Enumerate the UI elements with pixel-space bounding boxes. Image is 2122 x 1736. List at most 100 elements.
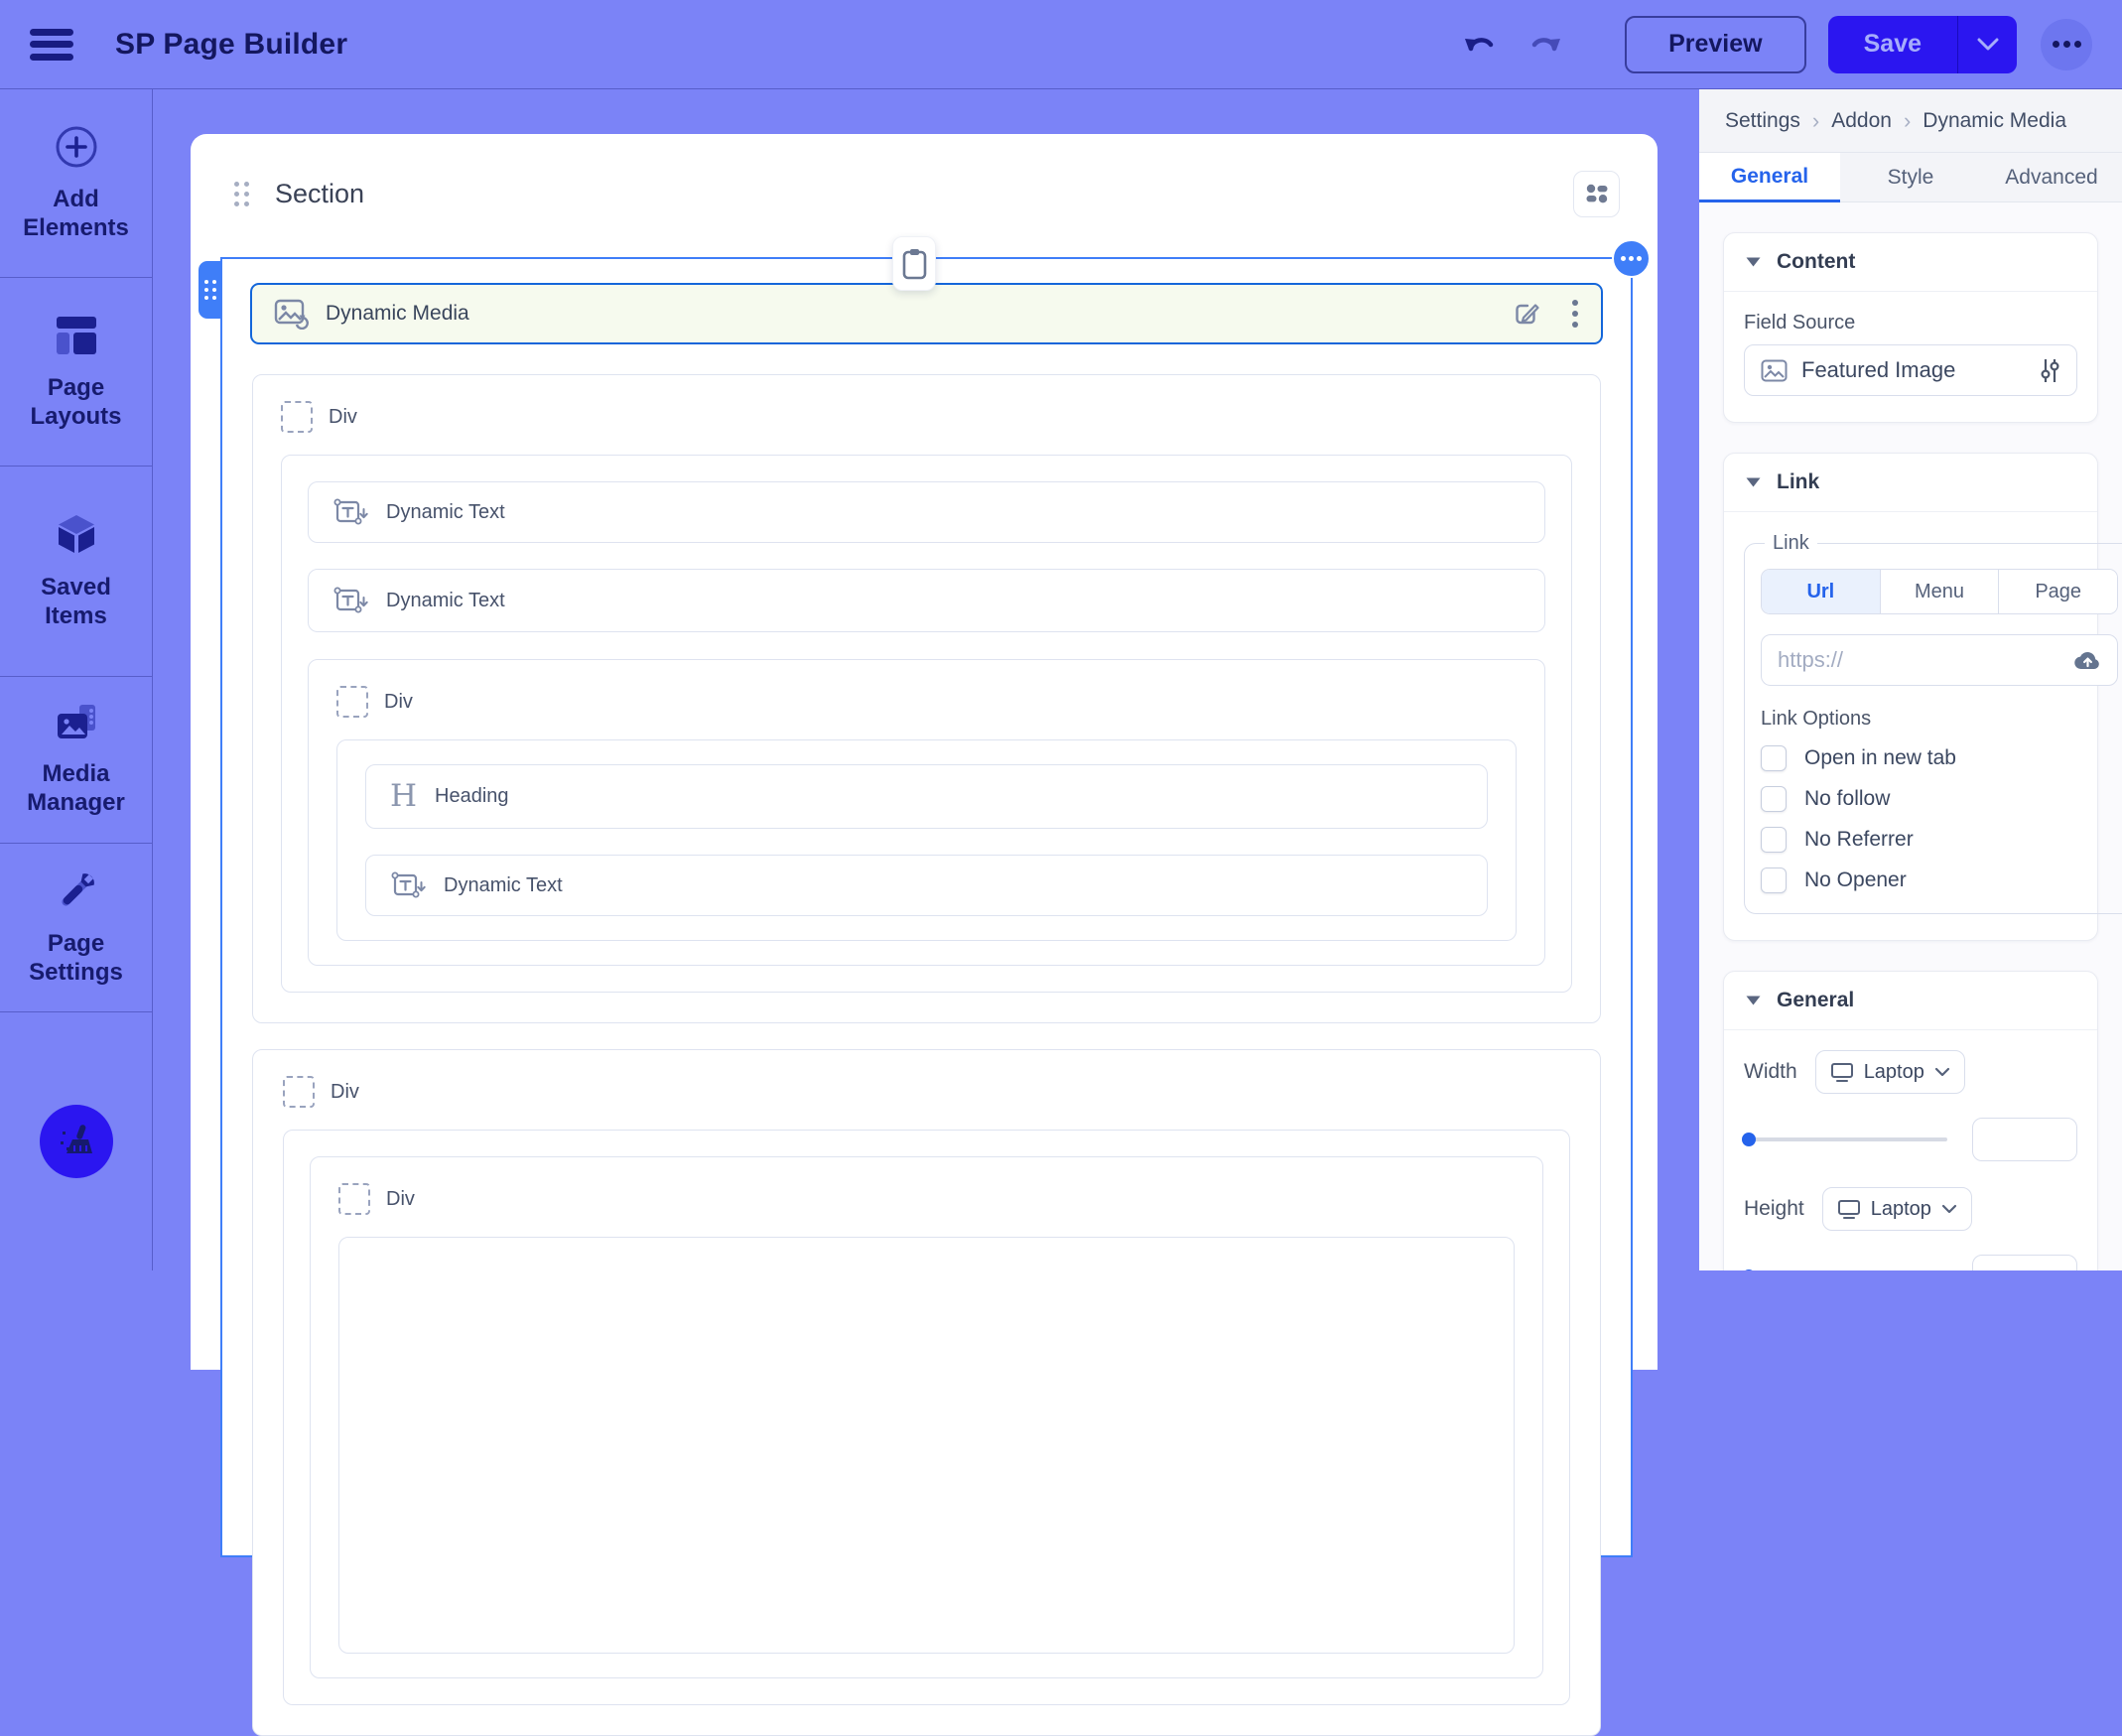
topbar: SP Page Builder Preview Save	[0, 0, 2122, 89]
heading-element[interactable]: H Heading	[365, 764, 1488, 829]
link-type-menu[interactable]: Menu	[1880, 570, 1999, 613]
element-label: Dynamic Text	[386, 590, 505, 612]
dynamic-text-element[interactable]: Dynamic Text	[365, 855, 1488, 916]
general-section-toggle[interactable]: General	[1724, 972, 2097, 1030]
height-label: Height	[1744, 1197, 1804, 1221]
canvas: Section	[191, 134, 1658, 1370]
breadcrumb: Settings › Addon › Dynamic Media	[1699, 89, 2122, 153]
monitor-icon	[1837, 1198, 1861, 1220]
container-element[interactable]	[338, 1237, 1515, 1654]
content-section-toggle[interactable]: Content	[1724, 233, 2097, 292]
edit-icon	[1512, 299, 1541, 329]
container-element[interactable]: Dynamic Text Dynamic Text Div	[281, 455, 1572, 993]
link-type-page[interactable]: Page	[1998, 570, 2117, 613]
undo-button[interactable]	[1460, 28, 1500, 62]
field-source-input[interactable]: Featured Image	[1744, 344, 2077, 396]
selection-drag-handle[interactable]	[199, 261, 222, 319]
selection-more-button[interactable]	[1612, 239, 1651, 278]
element-label: Dynamic Text	[386, 501, 505, 524]
panel-tabs: General Style Advanced	[1699, 153, 2122, 202]
hamburger-menu-button[interactable]	[30, 26, 75, 64]
link-option-row: Open in new tab	[1761, 745, 2118, 771]
redo-button[interactable]	[1525, 28, 1565, 62]
sidebar-item-page-layouts[interactable]: Page Layouts	[0, 278, 152, 467]
save-dropdown-button[interactable]	[1957, 16, 2017, 73]
dynamic-text-element[interactable]: Dynamic Text	[308, 569, 1545, 632]
div-element[interactable]: Div Dynamic Text	[252, 374, 1601, 1023]
tab-style[interactable]: Style	[1840, 153, 1981, 202]
save-split-button: Save	[1828, 16, 2017, 73]
div-icon	[336, 686, 368, 718]
clear-page-button[interactable]	[40, 1105, 113, 1178]
general-section: General Width Laptop	[1723, 971, 2098, 1270]
link-type-url[interactable]: Url	[1762, 570, 1880, 613]
upload-cloud-icon[interactable]	[2073, 648, 2101, 672]
link-type-segmented-control: Url Menu Page	[1761, 569, 2118, 614]
div-icon	[338, 1183, 370, 1215]
container-element[interactable]: Div	[283, 1130, 1570, 1705]
dynamic-media-icon	[274, 298, 310, 330]
link-option-row: No follow	[1761, 786, 2118, 812]
div-icon	[281, 401, 313, 433]
no-follow-checkbox[interactable]	[1761, 786, 1787, 812]
breadcrumb-dynamic-media[interactable]: Dynamic Media	[1923, 109, 2066, 133]
link-group: Link Url Menu Page Link Options	[1744, 532, 2122, 914]
link-option-row: No Opener	[1761, 868, 2118, 893]
chevron-down-icon	[1934, 1067, 1950, 1077]
sidebar-item-page-settings[interactable]: Page Settings	[0, 844, 152, 1012]
section-drag-handle[interactable]	[234, 182, 249, 206]
sidebar-item-label: Page Layouts	[8, 373, 144, 432]
tab-general[interactable]: General	[1699, 153, 1840, 202]
ellipsis-icon	[2053, 41, 2059, 48]
open-in-new-tab-checkbox[interactable]	[1761, 745, 1787, 771]
sidebar-footer	[0, 1012, 152, 1270]
width-slider-thumb[interactable]	[1742, 1133, 1756, 1146]
width-device-select[interactable]: Laptop	[1815, 1050, 1965, 1094]
div-element[interactable]: Div	[310, 1156, 1543, 1678]
element-label: Dynamic Text	[444, 874, 563, 897]
div-element[interactable]: Div Div	[252, 1049, 1601, 1736]
height-value-input[interactable]	[1972, 1255, 2077, 1270]
no-referrer-checkbox[interactable]	[1761, 827, 1787, 853]
url-input[interactable]	[1778, 647, 2063, 673]
drag-dots-icon	[204, 280, 216, 300]
link-group-label: Link	[1765, 532, 1817, 555]
element-label: Div	[384, 691, 413, 714]
redo-icon	[1525, 28, 1565, 62]
div-element[interactable]: Div H Heading	[308, 659, 1545, 966]
sidebar-item-media-manager[interactable]: Media Manager	[0, 677, 152, 844]
height-device-select[interactable]: Laptop	[1822, 1187, 1972, 1231]
chevron-right-icon: ›	[1812, 108, 1819, 134]
monitor-icon	[1830, 1061, 1854, 1083]
section-options-button[interactable]	[1573, 171, 1620, 217]
link-section-toggle[interactable]: Link	[1724, 454, 2097, 512]
element-label: Div	[386, 1188, 415, 1211]
selected-container[interactable]: Dynamic Media Div	[220, 257, 1633, 1557]
edit-addon-button[interactable]	[1512, 299, 1541, 329]
container-element[interactable]: H Heading Dynamic Text	[336, 739, 1517, 941]
breadcrumb-addon[interactable]: Addon	[1831, 109, 1892, 133]
ellipsis-icon	[1621, 256, 1626, 261]
dynamic-media-element[interactable]: Dynamic Media	[250, 283, 1603, 344]
paste-button[interactable]	[892, 236, 936, 291]
addon-menu-button[interactable]	[1571, 298, 1579, 330]
width-value-input[interactable]	[1972, 1118, 2077, 1161]
dynamic-text-element[interactable]: Dynamic Text	[308, 481, 1545, 543]
breadcrumb-settings[interactable]: Settings	[1725, 109, 1800, 133]
caret-down-icon	[1746, 257, 1761, 267]
broom-icon	[57, 1122, 96, 1161]
tab-advanced[interactable]: Advanced	[1981, 153, 2122, 202]
width-slider[interactable]	[1744, 1137, 1947, 1141]
page-settings-icon	[54, 868, 99, 914]
caret-down-icon	[1746, 477, 1761, 487]
dynamic-text-icon	[390, 869, 426, 901]
chevron-right-icon: ›	[1904, 108, 1911, 134]
no-opener-checkbox[interactable]	[1761, 868, 1787, 893]
undo-icon	[1460, 28, 1500, 62]
preview-button[interactable]: Preview	[1625, 16, 1806, 73]
sidebar-item-label: Media Manager	[8, 759, 144, 818]
sidebar-item-add-elements[interactable]: Add Elements	[0, 89, 152, 278]
more-options-button[interactable]	[2041, 19, 2092, 70]
sidebar-item-saved-items[interactable]: Saved Items	[0, 467, 152, 677]
save-button[interactable]: Save	[1828, 16, 1957, 73]
